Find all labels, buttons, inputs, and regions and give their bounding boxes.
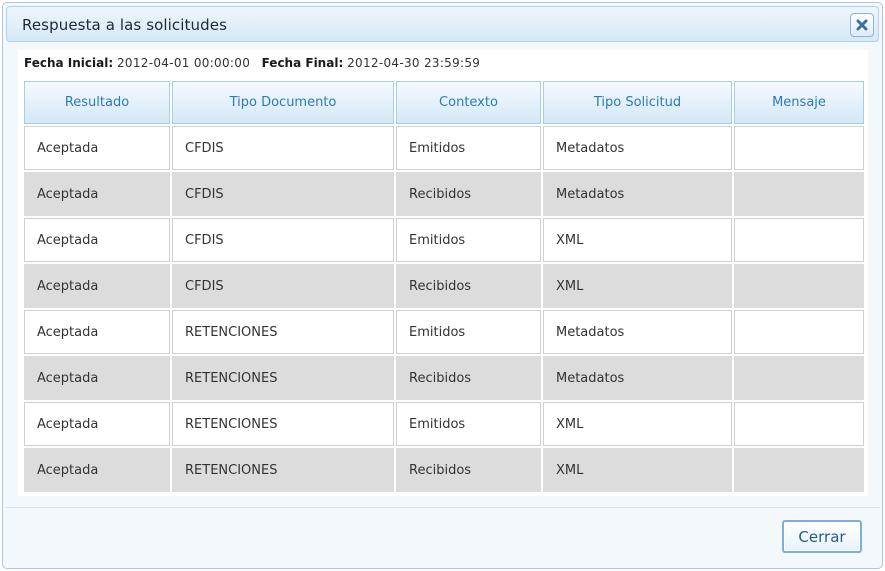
cell-contexto: Emitidos [396, 218, 541, 262]
cell-mensaje [734, 402, 864, 446]
start-date-label: Fecha Inicial [24, 56, 109, 70]
table-row: Aceptada CFDIS Emitidos Metadatos [24, 126, 864, 170]
close-x-icon [856, 19, 868, 31]
cell-tipo-solicitud: XML [543, 448, 732, 492]
close-button[interactable] [850, 13, 874, 37]
cell-resultado: Aceptada [24, 402, 170, 446]
cell-mensaje [734, 310, 864, 354]
cerrar-button[interactable]: Cerrar [782, 520, 862, 553]
cell-mensaje [734, 448, 864, 492]
cell-tipo-documento: CFDIS [172, 126, 394, 170]
cell-resultado: Aceptada [24, 126, 170, 170]
column-header-contexto[interactable]: Contexto [396, 81, 541, 124]
results-table: Resultado Tipo Documento Contexto Tipo S… [22, 79, 866, 494]
table-row: Aceptada RETENCIONES Emitidos Metadatos [24, 310, 864, 354]
cell-mensaje [734, 126, 864, 170]
cell-tipo-solicitud: Metadatos [543, 356, 732, 400]
cell-contexto: Recibidos [396, 356, 541, 400]
cell-tipo-documento: RETENCIONES [172, 402, 394, 446]
cell-tipo-documento: CFDIS [172, 264, 394, 308]
cell-contexto: Recibidos [396, 172, 541, 216]
table-row: Aceptada RETENCIONES Recibidos XML [24, 448, 864, 492]
table-row: Aceptada CFDIS Recibidos Metadatos [24, 172, 864, 216]
cell-resultado: Aceptada [24, 218, 170, 262]
dialog-title: Respuesta a las solicitudes [22, 16, 228, 34]
cell-contexto: Emitidos [396, 126, 541, 170]
cell-contexto: Recibidos [396, 448, 541, 492]
end-date-value: 2012-04-30 23:59:59 [347, 56, 481, 70]
response-dialog: Respuesta a las solicitudes Fecha Inicia… [2, 2, 883, 569]
cell-tipo-solicitud: Metadatos [543, 126, 732, 170]
column-header-tipo-solicitud[interactable]: Tipo Solicitud [543, 81, 732, 124]
table-row: Aceptada RETENCIONES Emitidos XML [24, 402, 864, 446]
column-header-tipo-documento[interactable]: Tipo Documento [172, 81, 394, 124]
cell-contexto: Recibidos [396, 264, 541, 308]
cell-mensaje [734, 172, 864, 216]
cell-mensaje [734, 356, 864, 400]
cell-tipo-documento: CFDIS [172, 218, 394, 262]
cell-tipo-documento: RETENCIONES [172, 356, 394, 400]
cell-mensaje [734, 264, 864, 308]
cell-tipo-solicitud: Metadatos [543, 310, 732, 354]
cell-tipo-solicitud: XML [543, 264, 732, 308]
cell-tipo-solicitud: Metadatos [543, 172, 732, 216]
dialog-content: Fecha Inicial: 2012-04-01 00:00:00 Fecha… [18, 50, 868, 496]
table-row: Aceptada CFDIS Recibidos XML [24, 264, 864, 308]
date-range: Fecha Inicial: 2012-04-01 00:00:00 Fecha… [24, 56, 481, 70]
cell-resultado: Aceptada [24, 448, 170, 492]
cell-resultado: Aceptada [24, 172, 170, 216]
column-header-resultado[interactable]: Resultado [24, 81, 170, 124]
cell-tipo-solicitud: XML [543, 402, 732, 446]
cell-tipo-documento: RETENCIONES [172, 448, 394, 492]
cell-tipo-solicitud: XML [543, 218, 732, 262]
dialog-footer: Cerrar [6, 508, 880, 566]
cell-resultado: Aceptada [24, 264, 170, 308]
table-header-row: Resultado Tipo Documento Contexto Tipo S… [24, 81, 864, 124]
start-date-value: 2012-04-01 00:00:00 [116, 56, 251, 70]
cell-contexto: Emitidos [396, 402, 541, 446]
end-date-label: Fecha Final [261, 56, 339, 70]
table-row: Aceptada RETENCIONES Recibidos Metadatos [24, 356, 864, 400]
cell-resultado: Aceptada [24, 356, 170, 400]
cell-contexto: Emitidos [396, 310, 541, 354]
cell-tipo-documento: CFDIS [172, 172, 394, 216]
table-row: Aceptada CFDIS Emitidos XML [24, 218, 864, 262]
cell-resultado: Aceptada [24, 310, 170, 354]
column-header-mensaje[interactable]: Mensaje [734, 81, 864, 124]
cell-mensaje [734, 218, 864, 262]
cell-tipo-documento: RETENCIONES [172, 310, 394, 354]
dialog-titlebar[interactable]: Respuesta a las solicitudes [6, 6, 879, 42]
